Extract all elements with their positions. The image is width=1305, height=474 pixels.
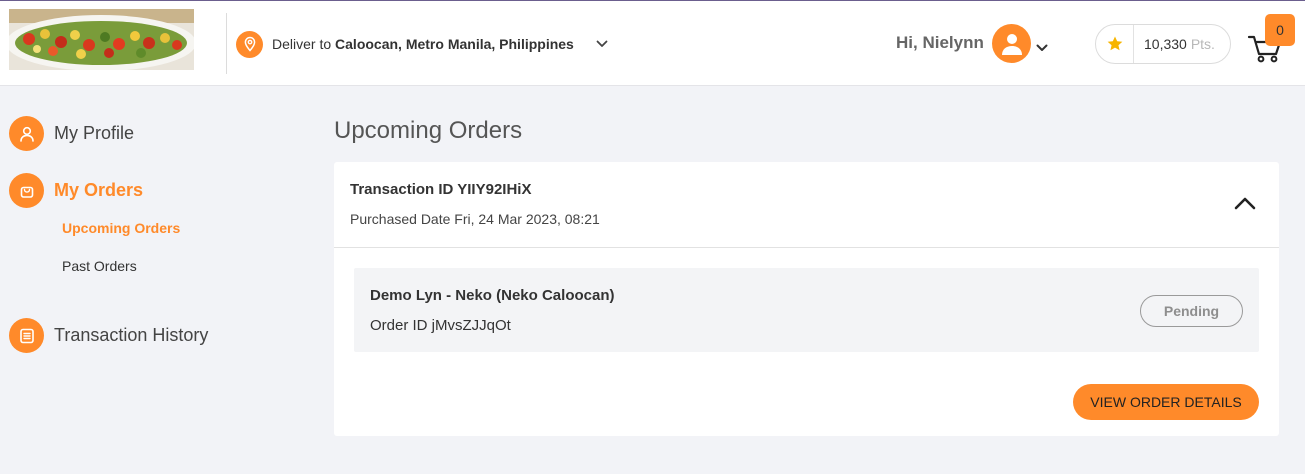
sidebar-item-label: My Orders [54, 180, 144, 200]
sidebar-subitem-past-orders[interactable]: Past Orders [62, 258, 137, 274]
points-unit: Pts. [1190, 36, 1215, 52]
order-item: Demo Lyn - Neko (Neko Caloocan) Order ID… [354, 268, 1259, 352]
sidebar-item-my-orders[interactable]: My Orders [9, 173, 143, 208]
status-badge: Pending [1140, 295, 1243, 327]
deliver-prefix: Deliver to [272, 36, 332, 52]
chevron-down-icon [596, 40, 608, 48]
top-header: Deliver to Caloocan, Metro Manila, Phili… [0, 0, 1305, 86]
location-pin-icon [236, 30, 263, 58]
store-name: Demo Lyn - Neko (Neko Caloocan) [370, 287, 615, 304]
header-divider [226, 13, 227, 74]
cart-count-badge: 0 [1265, 14, 1295, 46]
chevron-up-icon[interactable] [1233, 193, 1257, 213]
sidebar-subitem-upcoming-orders[interactable]: Upcoming Orders [62, 220, 180, 236]
delivery-location-selector[interactable]: Deliver to Caloocan, Metro Manila, Phili… [236, 30, 608, 58]
delivery-location: Caloocan, Metro Manila, Philippines [335, 36, 574, 52]
order-id: Order ID jMvsZJJqOt [370, 317, 511, 334]
user-greeting: Hi, Nielynn [896, 33, 984, 52]
sidebar-item-label: My Profile [54, 123, 135, 143]
sidebar-item-transaction-history[interactable]: Transaction History [9, 318, 208, 353]
view-order-details-button[interactable]: VIEW ORDER DETAILS [1073, 384, 1259, 420]
shopping-bag-icon [9, 173, 44, 208]
avatar[interactable] [992, 24, 1031, 63]
points-balance[interactable]: 10,330 Pts. [1095, 24, 1231, 64]
sidebar-item-my-profile[interactable]: My Profile [9, 116, 134, 151]
user-icon [1001, 33, 1022, 55]
transaction-card: Transaction ID YIIY92IHiX Purchased Date… [334, 162, 1279, 436]
receipt-list-icon [9, 318, 44, 353]
points-value: 10,330 [1144, 36, 1187, 52]
purchased-date: Purchased Date Fri, 24 Mar 2023, 08:21 [350, 211, 600, 227]
star-icon [1096, 25, 1134, 63]
page-title: Upcoming Orders [334, 117, 523, 144]
transaction-card-header[interactable]: Transaction ID YIIY92IHiX Purchased Date… [334, 162, 1279, 248]
sidebar-item-label: Transaction History [54, 325, 209, 345]
account-menu-chevron-icon[interactable] [1036, 39, 1048, 57]
brand-logo-food-image[interactable] [9, 9, 194, 70]
delivery-text: Deliver to Caloocan, Metro Manila, Phili… [272, 36, 574, 52]
user-icon [9, 116, 44, 151]
transaction-id: Transaction ID YIIY92IHiX [350, 181, 532, 198]
